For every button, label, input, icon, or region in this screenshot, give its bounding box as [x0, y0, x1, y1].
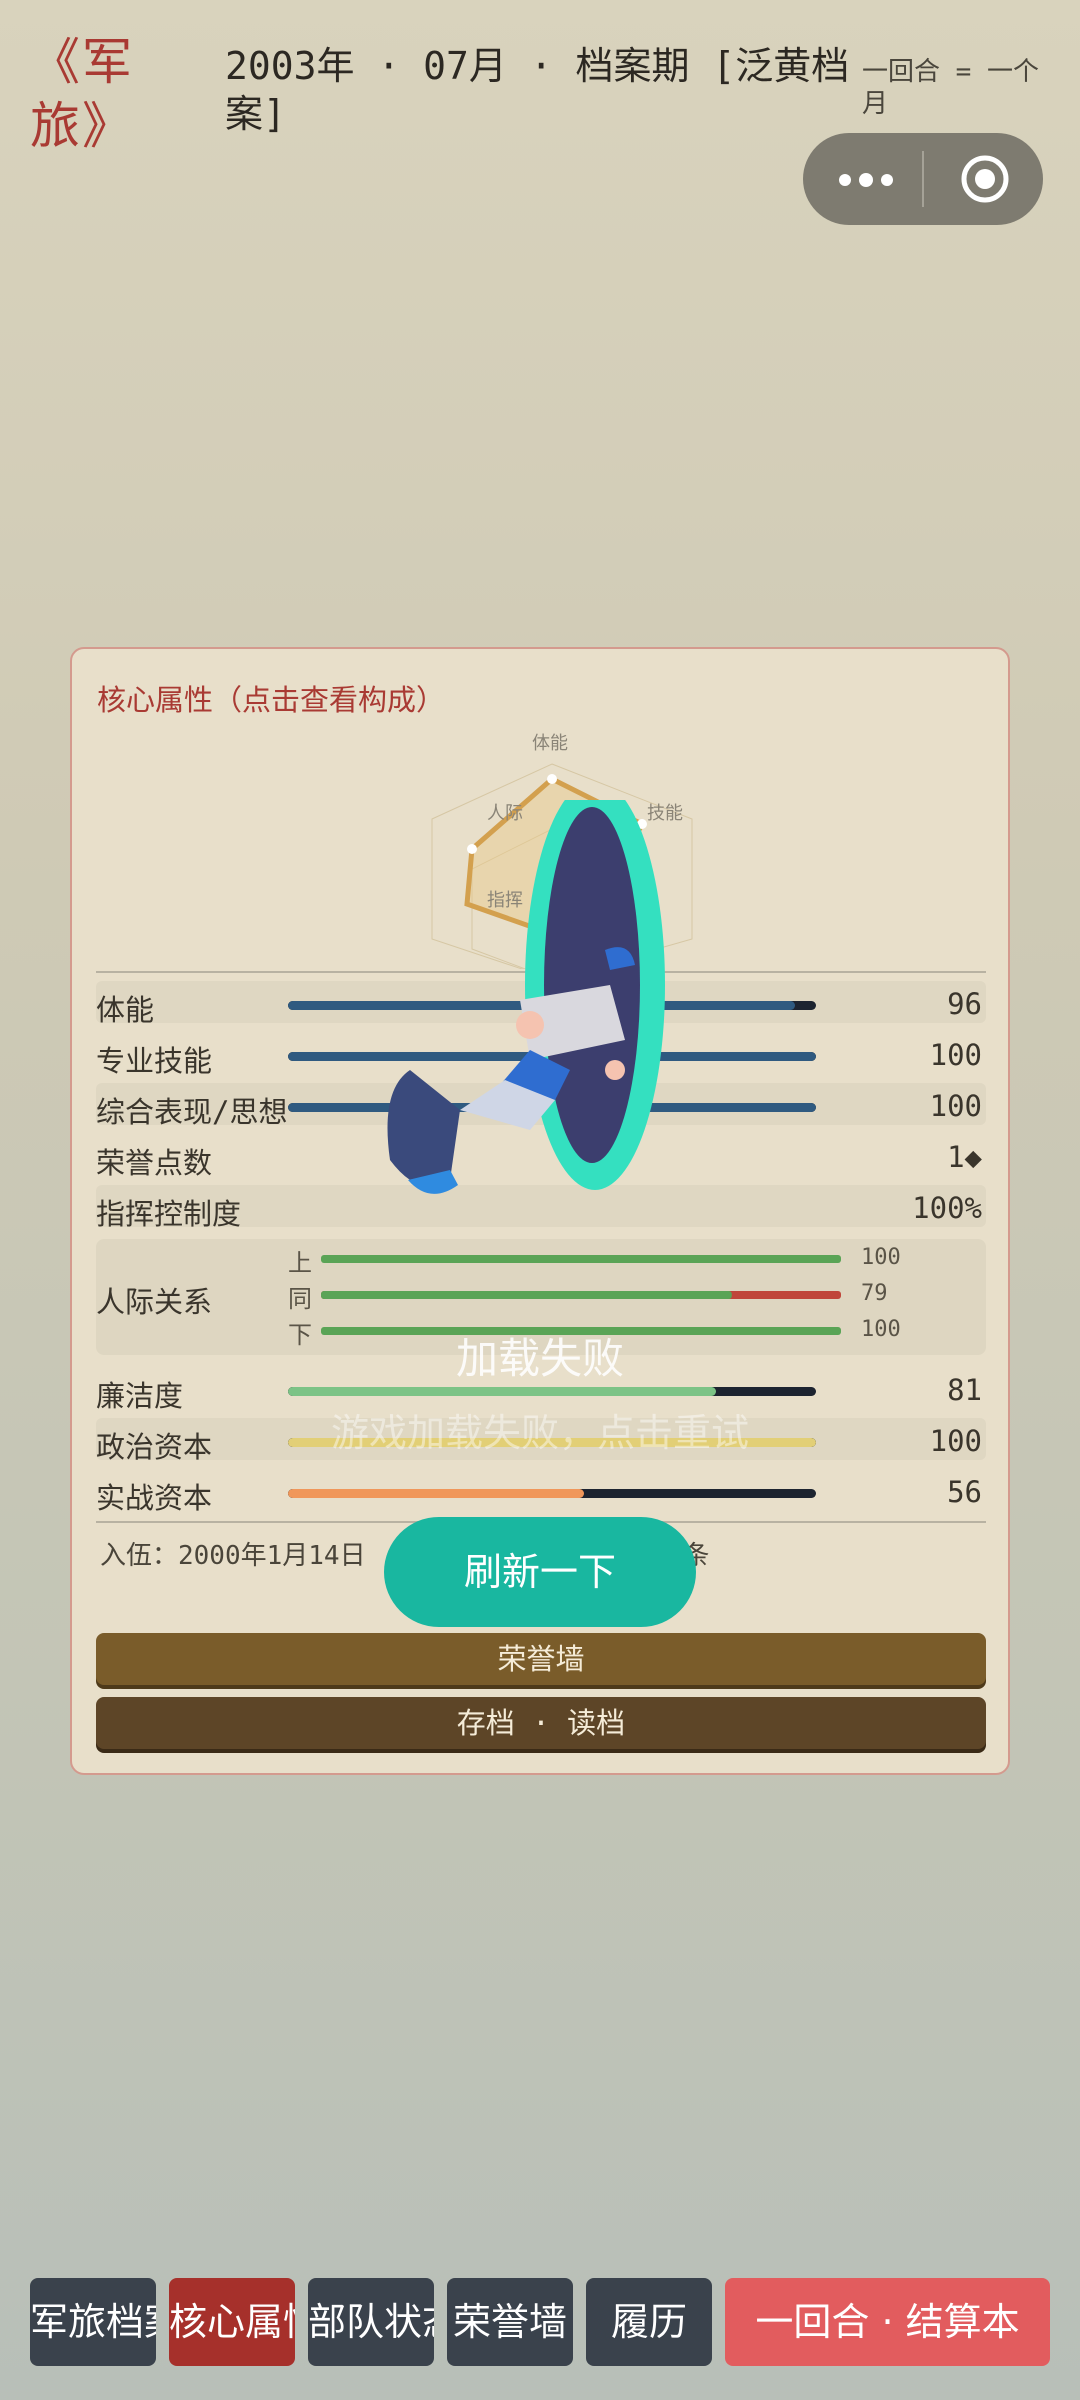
relations-label: 人际关系	[96, 1285, 213, 1319]
refresh-button[interactable]: 刷新一下	[384, 1517, 696, 1627]
relation-superior-value: 100	[861, 1245, 901, 1270]
relation-superior-label: 上	[288, 1249, 312, 1277]
relation-superior-bar	[321, 1255, 841, 1263]
tab-unit-status[interactable]: 部队状态	[308, 2278, 434, 2366]
tab-resume[interactable]: 履历	[586, 2278, 712, 2366]
load-failed-subtitle[interactable]: 游戏加载失败，点击重试	[0, 1402, 1080, 1457]
period-title: 2003年 · 07月 · 档案期 [泛黄档案]	[225, 44, 850, 136]
stat-value: 96	[947, 987, 982, 1021]
relation-peer-bar	[321, 1291, 841, 1299]
miniprogram-capsule	[803, 133, 1043, 225]
card-title[interactable]: 核心属性（点击查看构成）	[97, 677, 445, 719]
load-failed-title: 加载失败	[455, 1334, 624, 1383]
stat-label: 体能	[96, 993, 155, 1027]
honor-points-label: 荣誉点数	[96, 1146, 213, 1180]
turn-note: 一回合 = 一个月	[862, 57, 1039, 119]
tab-archive[interactable]: 军旅档案	[30, 2278, 156, 2366]
stat-row-combat[interactable]: 实战资本 56	[96, 1469, 986, 1515]
honor-wall-button[interactable]: 荣誉墙	[96, 1633, 986, 1685]
radar-label: 体能	[532, 733, 568, 754]
stat-value: 100	[929, 1089, 982, 1123]
stat-label: 专业技能	[96, 1044, 213, 1078]
stat-label: 综合表现/思想	[96, 1095, 288, 1129]
relation-peer-value: 79	[861, 1281, 888, 1306]
command-label: 指挥控制度	[96, 1197, 242, 1231]
load-failed-illustration	[387, 800, 665, 1194]
stat-value: 100	[929, 1038, 982, 1072]
capsule-divider	[922, 151, 924, 207]
honor-points-value: 1◆	[947, 1140, 982, 1174]
bottom-tab-bar: 军旅档案 核心属性 部队状态 荣誉墙 履历 一回合 · 结算本	[0, 2274, 1080, 2370]
tab-honor-wall[interactable]: 荣誉墙	[447, 2278, 573, 2366]
command-value: 100%	[912, 1191, 982, 1225]
game-title: 《军旅》	[30, 33, 134, 155]
next-turn-button[interactable]: 一回合 · 结算本	[725, 2278, 1050, 2366]
close-miniprogram-icon[interactable]	[959, 153, 1011, 205]
tab-core-attributes[interactable]: 核心属性	[169, 2278, 295, 2366]
stat-label: 实战资本	[96, 1481, 213, 1515]
save-load-button[interactable]: 存档 · 读档	[96, 1697, 986, 1749]
more-icon[interactable]	[833, 159, 903, 199]
relation-peer-label: 同	[288, 1285, 312, 1313]
stat-value: 56	[947, 1475, 982, 1509]
stat-bar	[288, 1387, 816, 1396]
stat-bar	[288, 1489, 816, 1498]
